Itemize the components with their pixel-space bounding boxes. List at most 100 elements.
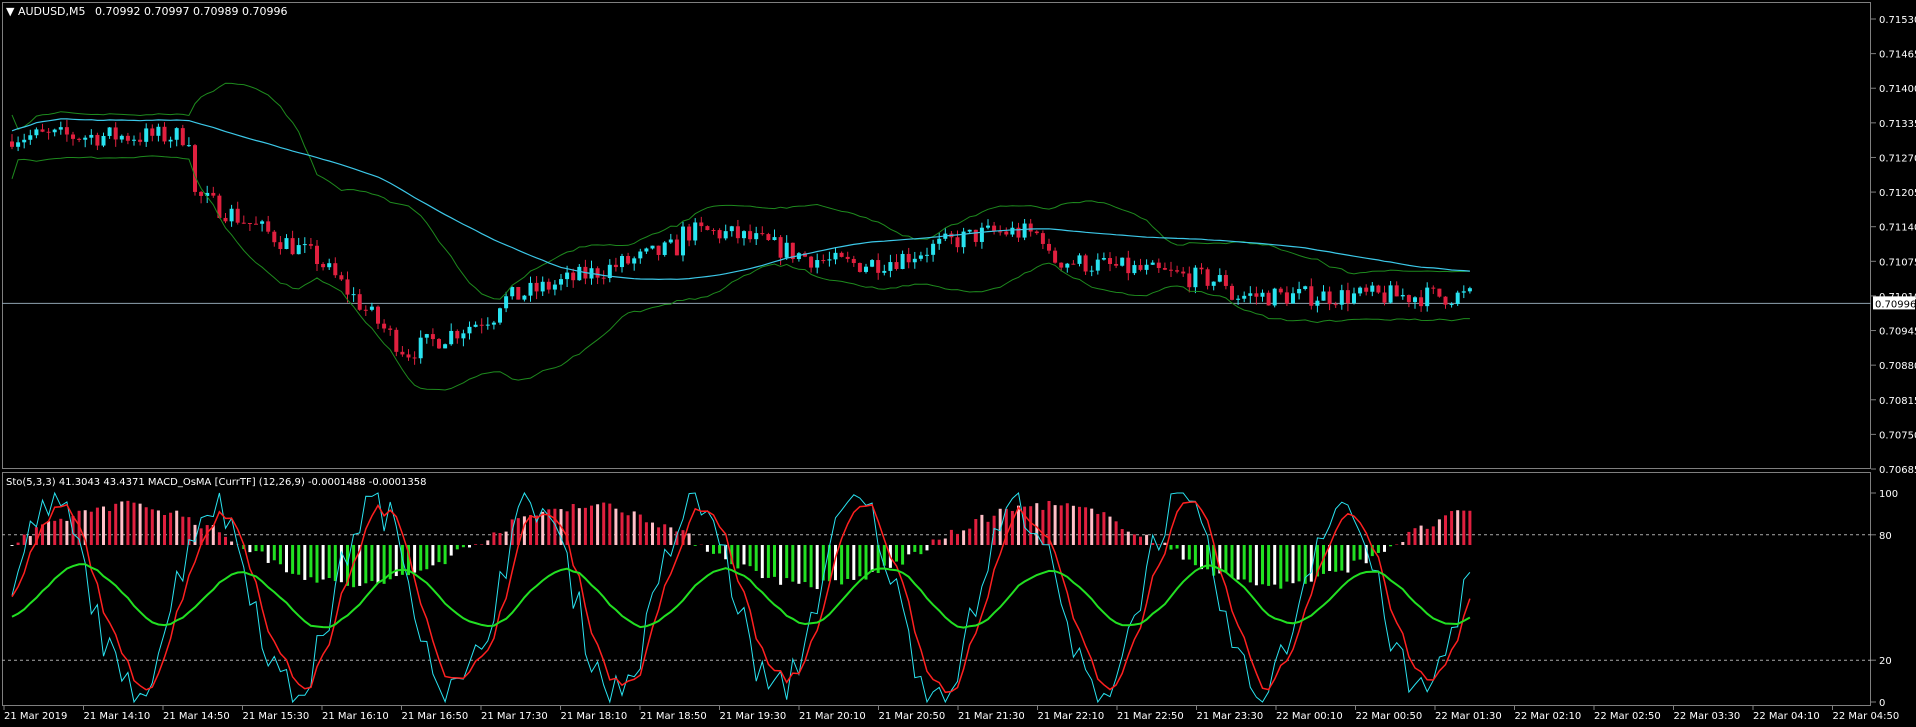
candle-body [1217,275,1222,282]
histogram-bar [809,545,813,588]
candle-body [144,128,149,142]
candle-body [247,222,252,224]
candle-body [132,139,136,141]
candle-body [40,129,45,132]
histogram-bar [175,510,179,545]
candle-body [1315,300,1320,306]
candle-body [58,127,63,130]
candle-body [125,135,130,141]
histogram-bar [1151,542,1155,545]
candle-body [857,263,862,272]
price-tick-label: 0.71140 [1879,223,1916,234]
stochastic-main [11,491,1471,704]
histogram-bar [644,522,648,545]
histogram-bar [1090,508,1094,545]
histogram-bar [620,512,624,545]
candle-body [1254,293,1259,297]
candle-body [540,281,545,292]
histogram-bar [1236,545,1240,580]
candle-body [559,279,563,285]
histogram-bar [1139,536,1142,545]
candle-body [339,275,344,280]
time-tick-label: 21 Mar 16:10 [322,711,389,722]
candle-body [1345,290,1350,304]
candle-body [552,284,557,290]
symbol-header[interactable]: ▼ AUDUSD,M5 0.70992 0.70997 0.70989 0.70… [6,5,287,18]
time-tick-label: 21 Mar 21:30 [958,711,1025,722]
candle-body [644,248,649,252]
candle-body [1065,263,1070,268]
time-tick-label: 21 Mar 20:10 [799,711,866,722]
candle-body [89,134,94,138]
candle-body [308,244,313,246]
histogram-bar [773,545,776,577]
candle-body [937,238,942,244]
candle-body [424,334,429,338]
chart-canvas[interactable]: 0.70996 0.71530 0.71465 0.71400 0.71335 0.71… [0,0,1916,727]
histogram-bar [1053,505,1057,545]
collapse-triangle-icon[interactable]: ▼ [6,5,14,18]
candle-body [394,329,399,352]
candle-body [699,222,704,227]
candle-body [1394,285,1399,297]
candle-body [473,324,478,327]
histogram-bar [126,500,130,545]
candle-body [455,330,460,339]
candle-body [1211,281,1216,286]
candle-body [723,231,728,239]
histogram-bar [1340,545,1344,571]
histogram-bar [583,507,587,545]
histogram-bar [230,541,234,545]
candle-body [1284,292,1289,304]
candle-body [1467,288,1472,292]
histogram-bar [474,544,478,545]
time-tick-label: 22 Mar 04:10 [1753,711,1820,722]
histogram-bar [1108,516,1112,545]
histogram-bar [1468,510,1472,545]
candle-body [46,131,51,133]
candle-body [1248,293,1253,296]
candle-body [1406,295,1411,303]
histogram-bar [760,545,764,579]
histogram-bar [1279,545,1283,589]
candle-body [168,139,173,142]
histogram-bar [815,545,819,590]
candle-body [321,264,326,268]
ohlc-values: 0.70992 0.70997 0.70989 0.70996 [95,5,288,18]
histogram-bar [248,545,252,553]
candle-body [595,268,600,278]
histogram-bar [443,545,447,565]
candle-body [479,324,484,326]
candle-body [156,126,161,136]
price-series: 0.70996 [2,82,1916,391]
histogram-bar [1383,545,1386,552]
histogram-bar [339,545,343,583]
histogram-bar [278,545,282,565]
candle-body [211,192,216,196]
candle-body [729,226,734,232]
histogram-bar [803,545,807,583]
histogram-bar [1248,545,1252,583]
histogram-bar [693,545,697,546]
histogram-bar [169,512,173,545]
time-tick-label: 21 Mar 20:50 [879,711,946,722]
histogram-bar [468,545,471,548]
histogram-bar [638,514,642,545]
candle-body [632,258,637,264]
candle-body [1419,297,1424,307]
histogram-bar [1193,545,1197,566]
histogram-bar [47,521,51,545]
candle-body [778,237,783,258]
candle-body [656,245,661,255]
histogram-bar [1389,545,1393,547]
candle-body [260,221,265,224]
candle-body [28,135,33,140]
histogram-bar [1291,545,1295,584]
candle-body [876,260,881,273]
candle-body [668,239,673,243]
candle-body [693,222,698,241]
candle-body [918,255,923,259]
histogram-bar [687,533,691,545]
histogram-bar [1010,510,1014,545]
candle-body [485,324,490,326]
